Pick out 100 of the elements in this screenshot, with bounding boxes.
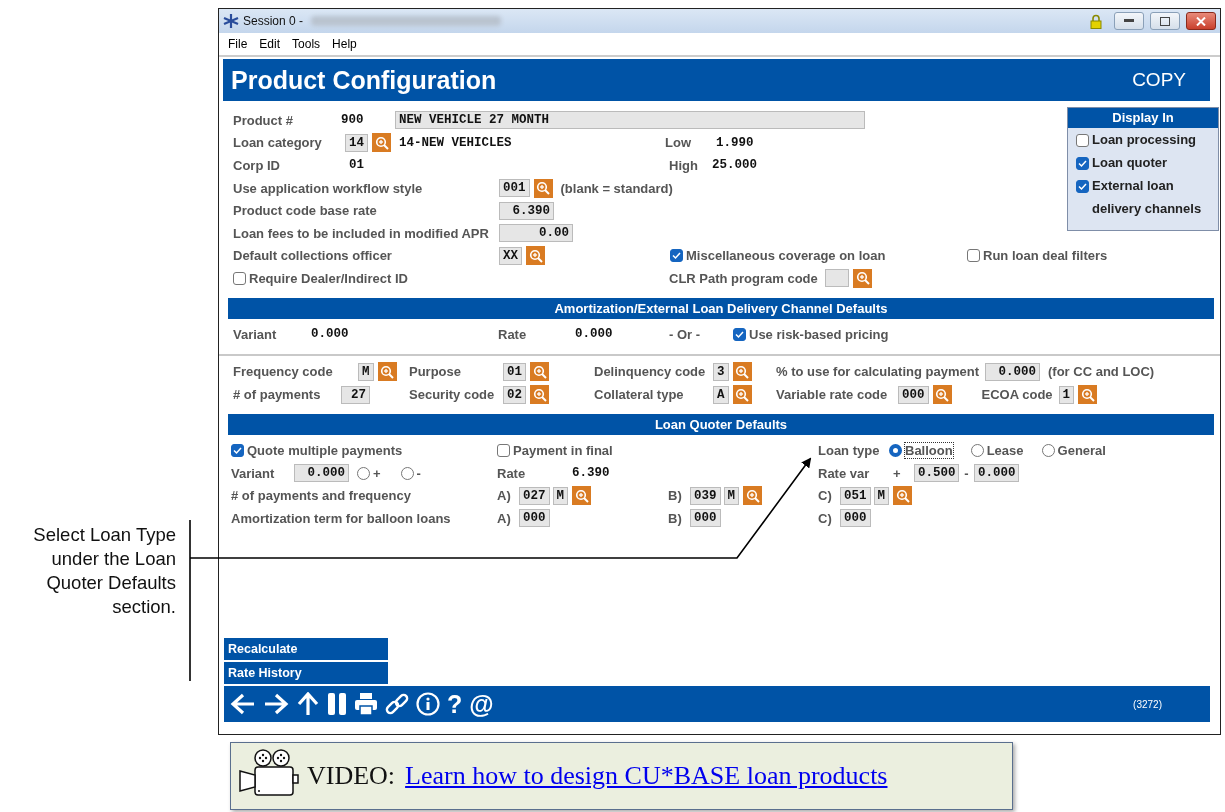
lookup-button[interactable] [533,178,553,198]
checkbox[interactable] [670,249,683,263]
radio-button[interactable] [889,444,902,458]
pause-icon[interactable] [327,692,347,716]
lookup-button[interactable] [530,362,549,382]
toolbar-glyph[interactable]: @ [469,689,494,719]
minimize-button[interactable] [1114,12,1144,30]
link-icon[interactable] [385,692,409,716]
lookup-button[interactable] [732,385,752,405]
checkbox[interactable] [733,327,746,341]
variant-value: 0.000 [311,327,350,342]
term-field[interactable]: 000 [519,509,550,528]
rate-var-minus-field[interactable]: 0.000 [974,464,1019,483]
payment-percent-field[interactable]: 0.000 [985,362,1040,381]
rate-value: 6.390 [572,466,610,481]
checkbox[interactable] [1076,157,1089,170]
menu-item[interactable]: Edit [259,37,281,51]
checkbox[interactable] [1076,134,1089,147]
lock-icon [1090,13,1102,29]
purpose-field[interactable]: 01 [503,362,526,381]
lookup-button[interactable] [526,246,545,266]
radio-button[interactable] [1041,444,1055,458]
clr-path-field[interactable] [825,269,849,288]
menu-item[interactable]: Help [332,37,357,51]
officer-field[interactable]: XX [499,246,522,265]
checkbox[interactable] [233,271,246,285]
frequency-field[interactable]: M [723,486,740,505]
base-rate-field[interactable]: 6.390 [499,201,554,220]
annotation-text: Select Loan Type under the Loan Quoter Defaults section. [32,523,176,619]
lookup-button[interactable] [530,385,549,405]
film-camera-icon [237,749,299,797]
lookup-button[interactable] [932,385,952,405]
maximize-icon [1160,16,1170,26]
radio-button[interactable] [357,466,370,480]
checkbox[interactable] [967,249,980,263]
payment-count-field[interactable]: 051 [840,486,871,505]
checkbox-label: Miscellaneous coverage on loan [686,248,886,264]
term-field[interactable]: 000 [840,509,871,528]
video-link[interactable]: Learn how to design CU*BASE loan products [405,761,888,791]
field-label: Delinquency code [594,364,707,380]
radio-button[interactable] [970,444,984,458]
rate-var-plus-field[interactable]: 0.500 [914,464,959,483]
field-label: Frequency code [233,364,334,380]
lookup-button[interactable] [853,268,872,288]
term-letter: B) [668,510,683,526]
lookup-button[interactable] [732,362,752,382]
action-button[interactable]: Rate History [224,662,388,684]
mode-label: COPY [1132,69,1186,91]
field-label: CLR Path program code [669,270,819,286]
up-arrow-icon[interactable] [296,692,320,716]
security-field[interactable]: 02 [503,385,526,404]
radio-label: General [1057,443,1106,459]
field-label: % to use for calculating payment [776,364,980,380]
variable-rate-field[interactable]: 000 [898,385,929,404]
category-field[interactable]: 14 [345,133,368,152]
frequency-field[interactable]: M [873,486,890,505]
maximize-button[interactable] [1150,12,1180,30]
panel-title: Display In [1068,108,1218,128]
menu-item[interactable]: File [228,37,248,51]
field-label: Loan category [233,135,323,151]
term-letter: B) [668,488,683,504]
toolbar-glyph[interactable]: ? [447,689,463,719]
lookup-button[interactable] [572,486,592,506]
delinquency-field[interactable]: 3 [713,362,729,381]
radio-button[interactable] [400,466,414,480]
lookup-button[interactable] [372,133,391,153]
payments-field[interactable]: 27 [341,385,370,404]
forward-arrow-icon[interactable] [263,692,289,716]
lookup-button[interactable] [743,486,763,506]
term-letter: A) [497,510,512,526]
minus-sign: - [963,465,970,481]
field-label: Purpose [409,364,462,380]
rate-value: 0.000 [575,327,614,342]
payment-count-field[interactable]: 027 [519,486,550,505]
workflow-field[interactable]: 001 [499,179,530,198]
close-icon [1196,16,1206,26]
info-icon[interactable] [416,692,440,716]
payment-count-field[interactable]: 039 [690,486,721,505]
checkbox[interactable] [1076,180,1089,193]
lookup-button[interactable] [377,362,397,382]
checkbox[interactable] [497,444,510,458]
frequency-field[interactable]: M [552,486,569,505]
ecoa-field[interactable]: 1 [1058,385,1075,404]
checkbox-label: Loan quoter [1092,154,1169,172]
minimize-icon [1124,19,1134,23]
lookup-button[interactable] [1078,385,1098,405]
variant-field[interactable]: 0.000 [294,464,349,483]
close-button[interactable] [1186,12,1216,30]
collateral-field[interactable]: A [713,385,729,404]
frequency-field[interactable]: M [358,362,374,381]
term-field[interactable]: 000 [690,509,721,528]
menu-item[interactable]: Tools [292,37,321,51]
back-arrow-icon[interactable] [230,692,256,716]
lookup-button[interactable] [893,486,913,506]
description-field[interactable]: NEW VEHICLE 27 MONTH [395,111,865,130]
screen-code: (3272) [1133,698,1162,710]
checkbox[interactable] [231,444,244,458]
print-icon[interactable] [354,692,378,716]
action-button[interactable]: Recalculate [224,638,388,660]
loan-fees-field[interactable]: 0.00 [499,224,573,243]
